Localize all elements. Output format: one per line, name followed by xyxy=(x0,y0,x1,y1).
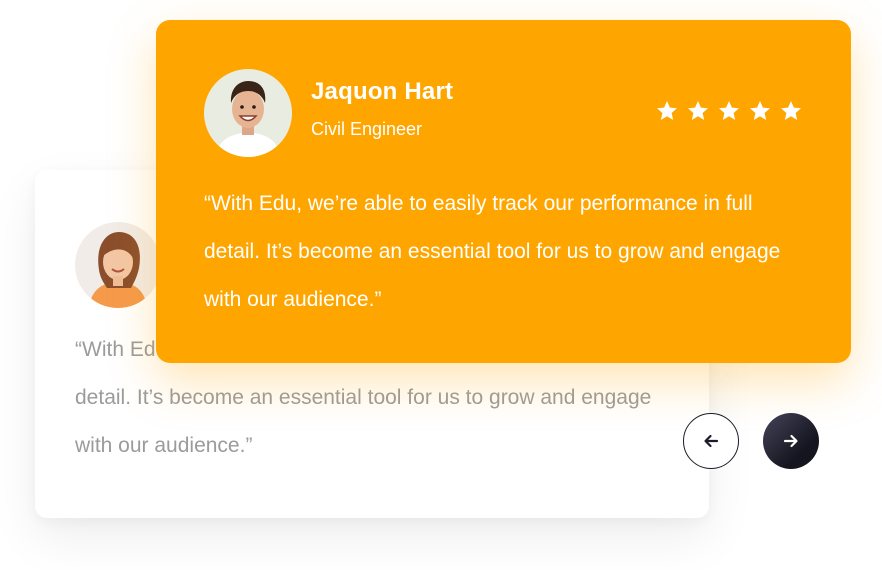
avatar-man-icon xyxy=(204,69,292,157)
testimonial-quote: “With Edu, we’re able to easily track ou… xyxy=(204,192,781,311)
avatar-woman-icon xyxy=(75,222,161,308)
reviewer-name: Jaquon Hart xyxy=(311,78,454,105)
star-icon xyxy=(688,101,708,120)
reviewer-role: Civil Engineer xyxy=(311,119,423,139)
avatar xyxy=(75,222,161,308)
previous-button[interactable] xyxy=(683,413,739,469)
star-icon xyxy=(657,101,677,120)
star-icon xyxy=(781,101,801,120)
star-icon xyxy=(719,101,739,120)
testimonial-card-active: Jaquon Hart Civil Engineer “With Edu, we… xyxy=(156,20,851,363)
star-rating xyxy=(655,99,803,123)
testimonial-slider: “With Edu, we’re able to easily track ou… xyxy=(0,0,882,570)
next-button[interactable] xyxy=(763,413,819,469)
arrow-left-icon xyxy=(704,434,719,448)
arrow-right-icon xyxy=(783,434,798,448)
avatar xyxy=(204,69,292,157)
star-icon xyxy=(750,101,770,120)
